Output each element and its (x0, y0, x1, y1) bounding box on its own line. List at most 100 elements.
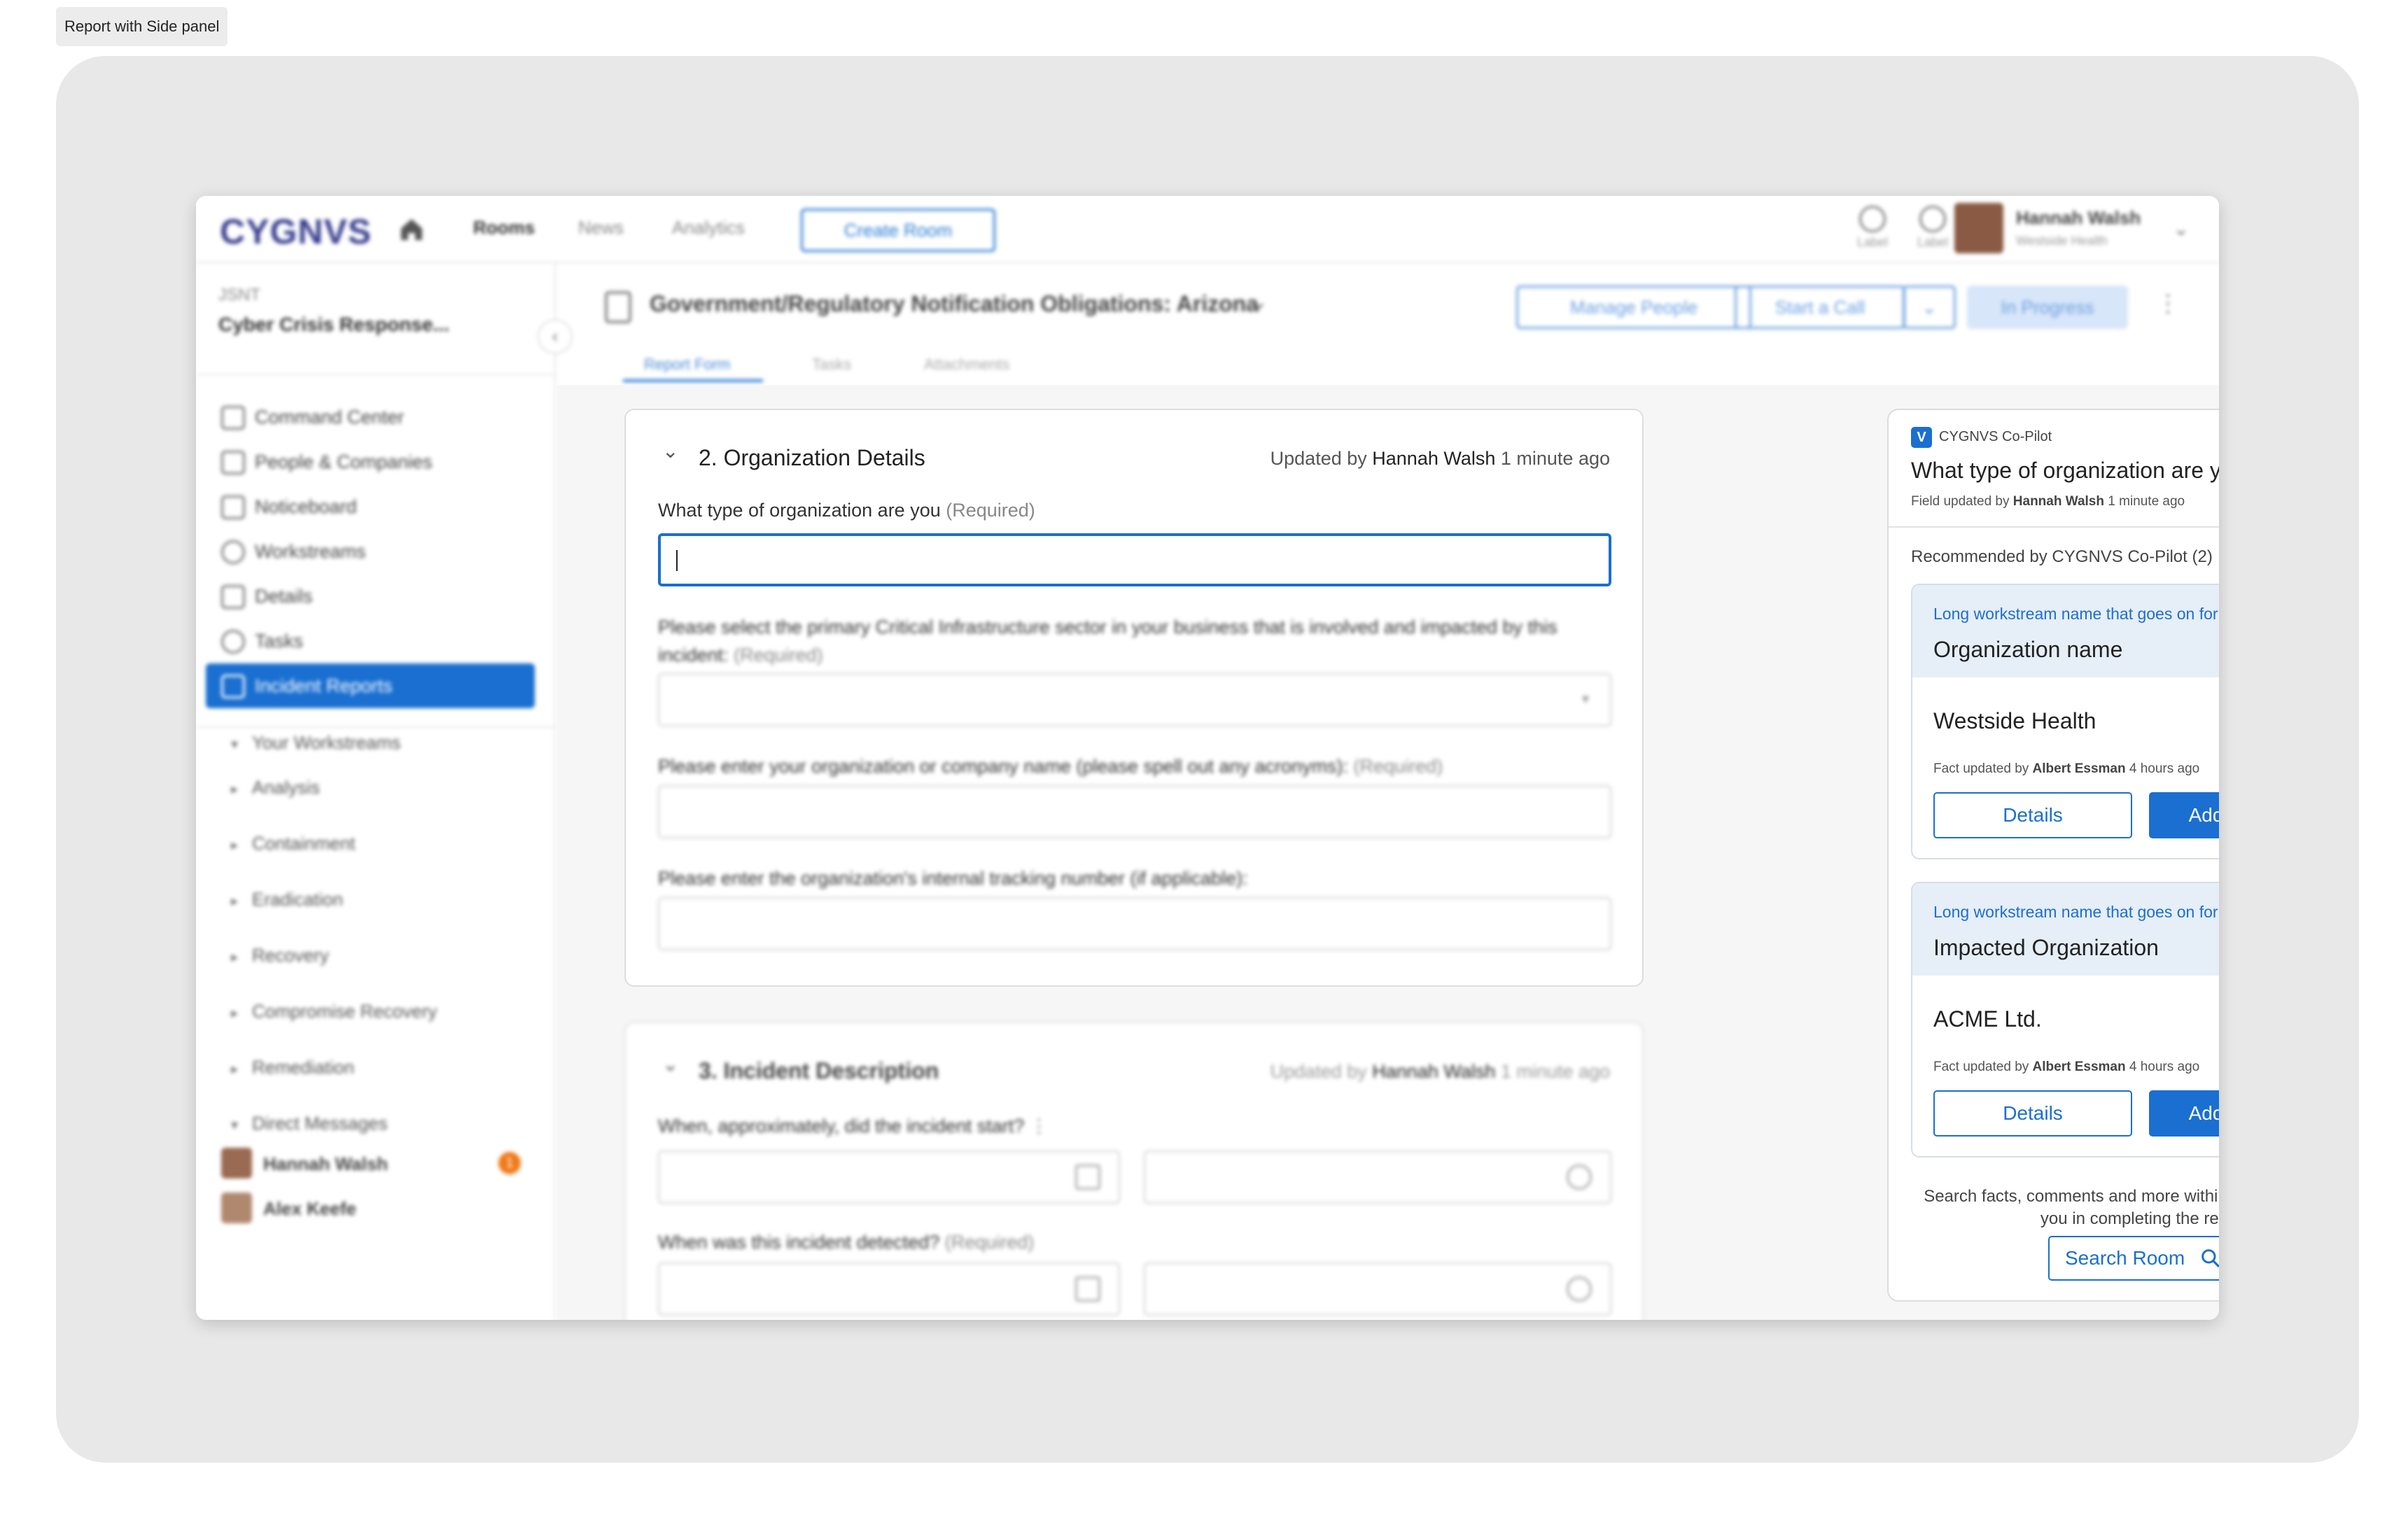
sidebar-item-details[interactable]: Details (206, 574, 535, 619)
home-icon[interactable] (398, 216, 426, 244)
workstream-remediation[interactable]: ▸ Remediation (231, 1057, 354, 1078)
create-room-button[interactable]: Create Room (801, 209, 995, 252)
workstream-eradication[interactable]: ▸ Eradication (231, 889, 343, 910)
fact-updated: Fact updated by Albert Essman 4 hours ag… (1933, 1060, 2200, 1074)
sector-select[interactable]: ▾ (658, 673, 1611, 726)
app-window: CYGNVS Rooms News Analytics Create Room … (196, 196, 2219, 1320)
workstream-containment[interactable]: ▸ Containment (231, 833, 355, 854)
detected-date[interactable] (658, 1262, 1120, 1316)
canvas-label: Report with Side panel (56, 7, 228, 46)
search-icon (2202, 1249, 2219, 1268)
calendar-icon (1075, 1276, 1100, 1302)
field-label-org-name: Please enter your organization or compan… (658, 756, 1443, 777)
fact-field-name: Organization name (1933, 637, 2123, 662)
chevron-down-icon[interactable]: ⌄ (662, 1053, 678, 1076)
details-button[interactable]: Details (1933, 1090, 2132, 1136)
copilot-panel: V CYGNVS Co-Pilot What type of organizat… (1887, 409, 2219, 1302)
more-icon[interactable]: ⋮ (2156, 290, 2180, 318)
fact-value: Westside Health (1933, 708, 2096, 733)
incident-start-time[interactable] (1144, 1150, 1611, 1204)
chevron-down-icon[interactable]: ⌄ (1250, 290, 1268, 314)
dm-alex-keefe[interactable]: Alex Keefe (263, 1198, 356, 1220)
field-label-sector: Please select the primary Critical Infra… (658, 617, 1558, 666)
start-call-button[interactable]: Start a Call (1735, 286, 1905, 329)
avatar (221, 1148, 252, 1178)
copilot-brand: CYGNVS Co-Pilot (1939, 429, 2052, 444)
section-incident-description: ⌄ 3. Incident Description Updated by Han… (624, 1022, 1644, 1320)
clock-icon (1567, 1276, 1592, 1302)
copilot-logo-icon: V (1911, 427, 1932, 448)
fact-card-header: Long workstream name that goes on for a … (1912, 883, 2219, 976)
workstream-analysis[interactable]: ▸ Analysis (231, 777, 320, 798)
org-name-input[interactable] (658, 785, 1611, 838)
nav-analytics[interactable]: Analytics (672, 217, 745, 239)
details-button[interactable]: Details (1933, 792, 2132, 838)
copilot-header: V CYGNVS Co-Pilot What type of organizat… (1889, 410, 2219, 528)
sidebar-item-noticeboard[interactable]: Noticeboard (206, 484, 535, 529)
unread-badge: 1 (498, 1152, 521, 1174)
detected-time[interactable] (1144, 1262, 1611, 1316)
field-updated: Field updated by Hannah Walsh 1 minute a… (1911, 494, 2185, 509)
status-dropdown[interactable]: In Progress (1967, 286, 2128, 329)
fact-value: ACME Ltd. (1933, 1006, 2042, 1032)
details-icon (221, 585, 245, 609)
lock-icon (605, 291, 631, 323)
workstream-recovery[interactable]: ▸ Recovery (231, 945, 329, 966)
tab-indicator (623, 379, 763, 382)
fact-updated: Fact updated by Albert Essman 4 hours ag… (1933, 761, 2200, 776)
sidebar-item-command-center[interactable]: Command Center (206, 395, 535, 439)
sidebar-item-people[interactable]: People & Companies (206, 439, 535, 484)
add-to-report-button[interactable]: Add to Report (2149, 792, 2219, 838)
blurred-fields: Please select the primary Critical Infra… (626, 410, 1642, 985)
tab-tasks[interactable]: Tasks (812, 356, 851, 374)
avatar (221, 1192, 252, 1223)
direct-messages-toggle[interactable]: ▾ Direct Messages (231, 1113, 388, 1134)
dm-hannah-walsh[interactable]: Hannah Walsh (263, 1153, 388, 1175)
tab-attachments[interactable]: Attachments (924, 356, 1009, 374)
nav-rooms[interactable]: Rooms (473, 217, 535, 239)
sidebar-item-tasks[interactable]: Tasks (206, 619, 535, 663)
divider (196, 726, 556, 728)
search-room-button[interactable]: Search Room (2048, 1236, 2219, 1281)
logo: CYGNVS (220, 212, 372, 251)
avatar[interactable] (1954, 203, 2003, 253)
section-updated: Updated by Hannah Walsh 1 minute ago (1270, 1061, 1610, 1082)
your-workstreams-toggle[interactable]: ▾ Your Workstreams (231, 732, 400, 754)
tracking-number-input[interactable] (658, 897, 1611, 950)
bell-icon[interactable]: Label (1915, 206, 1950, 250)
field-label-tracking: Please enter the organization's internal… (658, 868, 1248, 889)
user-name: Hannah Walsh (2016, 207, 2141, 228)
divider (196, 374, 556, 375)
sidebar-item-incident-reports[interactable]: Incident Reports (206, 663, 535, 708)
field-label-incident-start: When, approximately, did the incident st… (658, 1116, 1049, 1136)
help-icon[interactable]: Label (1855, 206, 1890, 250)
page-title: Government/Regulatory Notification Oblig… (650, 291, 1259, 316)
user-org: Westside Health (2016, 234, 2108, 248)
workstream-compromise-recovery[interactable]: ▸ Compromise Recovery (231, 1001, 437, 1022)
clock-icon (1567, 1164, 1592, 1190)
megaphone-icon (221, 495, 245, 519)
nav-news[interactable]: News (578, 217, 624, 239)
top-bar: CYGNVS Rooms News Analytics Create Room … (196, 196, 2219, 263)
tab-report-form[interactable]: Report Form (644, 356, 730, 374)
sidebar-item-workstreams[interactable]: Workstreams (206, 529, 535, 574)
room-code: JSNT (218, 286, 260, 304)
workstream-link[interactable]: Long workstream name that goes on for a … (1933, 605, 2219, 624)
add-to-report-button[interactable]: Add to Report (2149, 1090, 2219, 1136)
manage-people-button[interactable]: Manage People (1516, 286, 1751, 329)
calendar-icon (1075, 1164, 1100, 1190)
call-options-button[interactable]: ⌄ (1903, 286, 1956, 329)
chevron-down-icon: ▾ (1581, 691, 1589, 707)
workstream-link[interactable]: Long workstream name that goes on for a … (1933, 903, 2219, 922)
copilot-question: What type of organization are you (1911, 458, 2219, 483)
help-text: Search facts, comments and more within t… (1924, 1187, 2219, 1228)
fact-field-name: Impacted Organization (1933, 935, 2159, 960)
incident-start-date[interactable] (658, 1150, 1120, 1204)
collapse-sidebar-button[interactable]: ‹ (538, 319, 573, 354)
chevron-down-icon[interactable]: ⌄ (2173, 217, 2189, 240)
check-circle-icon (221, 630, 245, 654)
fact-card: Long workstream name that goes on for a … (1911, 882, 2219, 1157)
fact-card: Long workstream name that goes on for a … (1911, 584, 2219, 859)
field-label-detected: When was this incident detected? (Requir… (658, 1232, 1035, 1253)
report-icon (221, 675, 245, 698)
